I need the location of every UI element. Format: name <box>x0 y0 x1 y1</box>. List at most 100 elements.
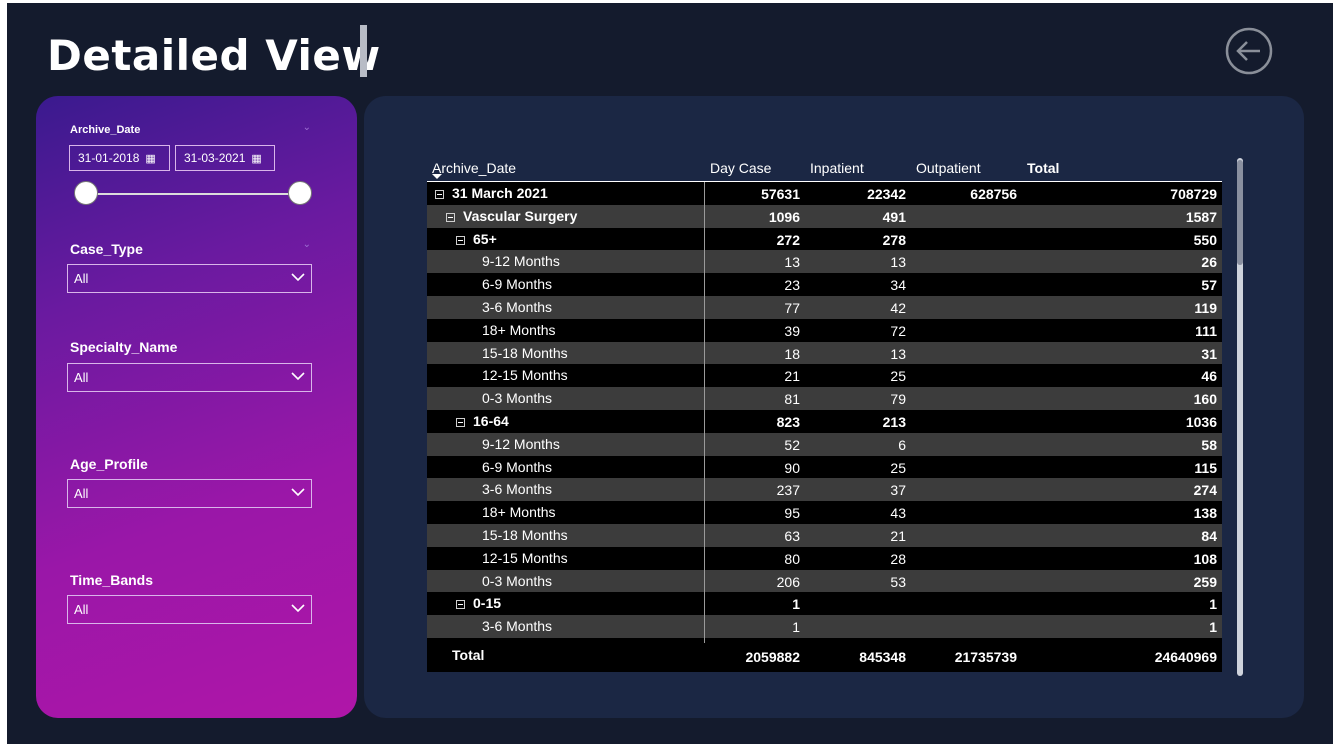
table-row: 6-9 Months 23 34 57 <box>427 273 1222 296</box>
back-arrow-icon <box>1225 27 1273 75</box>
row-label: 18+ Months <box>482 322 556 338</box>
cell-inpatient: 79 <box>890 391 906 408</box>
table-row: 0-3 Months 206 53 259 <box>427 569 1222 593</box>
cell-total: 26 <box>1201 254 1217 271</box>
archive-date-end-value: 31-03-2021 <box>184 151 246 165</box>
date-range-slider-track[interactable] <box>86 193 301 195</box>
collapse-icon[interactable] <box>456 600 465 610</box>
cell-day-case: 13 <box>784 254 800 271</box>
cell-total: 1 <box>1209 619 1217 636</box>
row-label: 0-15 <box>456 595 501 611</box>
collapse-icon[interactable] <box>446 212 455 222</box>
collapse-icon[interactable] <box>456 417 465 427</box>
row-label: 0-3 Months <box>482 390 552 406</box>
cell-inpatient: 34 <box>890 277 906 294</box>
cell-inpatient: 53 <box>890 573 906 590</box>
collapse-icon[interactable] <box>456 235 465 245</box>
cell-inpatient: 28 <box>890 550 906 567</box>
cell-total: 108 <box>1193 550 1217 567</box>
column-header-inpatient[interactable]: Inpatient <box>810 160 864 176</box>
table-row: 0-15 1 1 <box>427 592 1222 616</box>
date-range-start-handle[interactable] <box>74 181 98 205</box>
row-label-text: 15-18 Months <box>482 526 568 543</box>
cell-day-case: 63 <box>784 527 800 544</box>
row-label-text: 31 March 2021 <box>452 185 548 201</box>
matrix-table: Archive_Date Day Case Inpatient Outpatie… <box>427 154 1222 672</box>
row-label: 12-15 Months <box>482 367 568 383</box>
calendar-icon[interactable]: ▦ <box>251 152 261 165</box>
chevron-down-icon <box>291 604 305 613</box>
table-row: 12-15 Months 80 28 108 <box>427 546 1222 570</box>
table-row: 3-6 Months 77 42 119 <box>427 295 1222 319</box>
table-row: 31 March 2021 57631 22342 628756 708729 <box>427 182 1222 205</box>
column-header-day-case[interactable]: Day Case <box>710 160 771 176</box>
row-label: 9-12 Months <box>482 253 560 269</box>
case-type-value: All <box>74 271 89 286</box>
table-row: Vascular Surgery 1096 491 1587 <box>427 204 1222 228</box>
cell-inpatient: 37 <box>890 482 906 499</box>
row-label-text: 12-15 Months <box>482 549 568 566</box>
case-type-label: Case_Type <box>70 241 143 257</box>
row-label: 3-6 Months <box>482 618 552 634</box>
cell-day-case: 1 <box>792 596 800 613</box>
cell-inpatient: 42 <box>890 299 906 316</box>
row-label-text: 9-12 Months <box>482 253 560 270</box>
sort-descending-icon <box>432 174 442 179</box>
row-label: 31 March 2021 <box>435 185 548 201</box>
row-label-text: 3-6 Months <box>482 618 553 635</box>
total-inpatient: 845348 <box>859 649 906 665</box>
cell-day-case: 77 <box>784 299 800 316</box>
row-label-text: 65+ <box>473 230 497 247</box>
cell-day-case: 57631 <box>761 186 800 202</box>
table-row: 18+ Months 39 72 111 <box>427 318 1222 342</box>
age-profile-value: All <box>74 486 89 501</box>
cell-total: 708729 <box>1170 186 1217 202</box>
chevron-down-icon[interactable]: ⌄ <box>303 239 311 250</box>
scrollbar-thumb[interactable] <box>1237 160 1243 265</box>
cell-inpatient: 25 <box>890 459 906 476</box>
chevron-down-icon[interactable]: ⌄ <box>303 122 311 133</box>
archive-date-start-input[interactable]: 31-01-2018 ▦ <box>69 145 170 171</box>
matrix-scrollbar[interactable] <box>1237 158 1243 676</box>
row-label: 3-6 Months <box>482 481 552 497</box>
collapse-icon[interactable] <box>435 190 444 199</box>
cell-inpatient: 22342 <box>867 186 906 202</box>
date-range-end-handle[interactable] <box>288 181 312 205</box>
chevron-down-icon <box>291 273 305 282</box>
column-header-total[interactable]: Total <box>1027 160 1059 176</box>
cell-total: 31 <box>1201 345 1217 362</box>
row-label-text: 12-15 Months <box>482 367 568 384</box>
cell-day-case: 206 <box>776 573 800 590</box>
row-label-text: 3-6 Months <box>482 481 553 498</box>
cell-day-case: 90 <box>784 459 800 476</box>
chevron-down-icon <box>291 372 305 381</box>
cell-total: 1 <box>1209 596 1217 613</box>
archive-date-end-input[interactable]: 31-03-2021 ▦ <box>175 145 275 171</box>
cell-inpatient: 72 <box>890 322 906 339</box>
total-row-label: Total <box>452 647 485 663</box>
time-bands-dropdown[interactable]: All <box>67 595 312 624</box>
cell-day-case: 237 <box>776 482 800 499</box>
row-label-text: 3-6 Months <box>482 298 553 315</box>
back-button[interactable] <box>1225 27 1273 75</box>
case-type-dropdown[interactable]: All <box>67 264 312 293</box>
column-header-outpatient[interactable]: Outpatient <box>916 160 981 176</box>
matrix-panel: Archive_Date Day Case Inpatient Outpatie… <box>364 96 1304 718</box>
row-label: 3-6 Months <box>482 299 552 315</box>
table-row: 65+ 272 278 550 <box>427 227 1222 251</box>
age-profile-dropdown[interactable]: All <box>67 479 312 508</box>
table-row: 12-15 Months 21 25 46 <box>427 364 1222 388</box>
filter-panel: Archive_Date ⌄ 31-01-2018 ▦ 31-03-2021 ▦… <box>36 96 357 718</box>
specialty-name-dropdown[interactable]: All <box>67 363 312 392</box>
table-row: 6-9 Months 90 25 115 <box>427 455 1222 479</box>
cell-total: 138 <box>1193 505 1217 522</box>
cell-inpatient: 491 <box>882 208 906 225</box>
column-header-archive-date[interactable]: Archive_Date <box>432 160 516 176</box>
matrix-header: Archive_Date Day Case Inpatient Outpatie… <box>427 154 1222 182</box>
cell-total: 160 <box>1193 391 1217 408</box>
cell-day-case: 1096 <box>768 208 800 225</box>
cell-total: 115 <box>1194 459 1217 476</box>
row-label: 18+ Months <box>482 504 556 520</box>
cell-day-case: 23 <box>784 277 800 294</box>
calendar-icon[interactable]: ▦ <box>145 152 155 165</box>
